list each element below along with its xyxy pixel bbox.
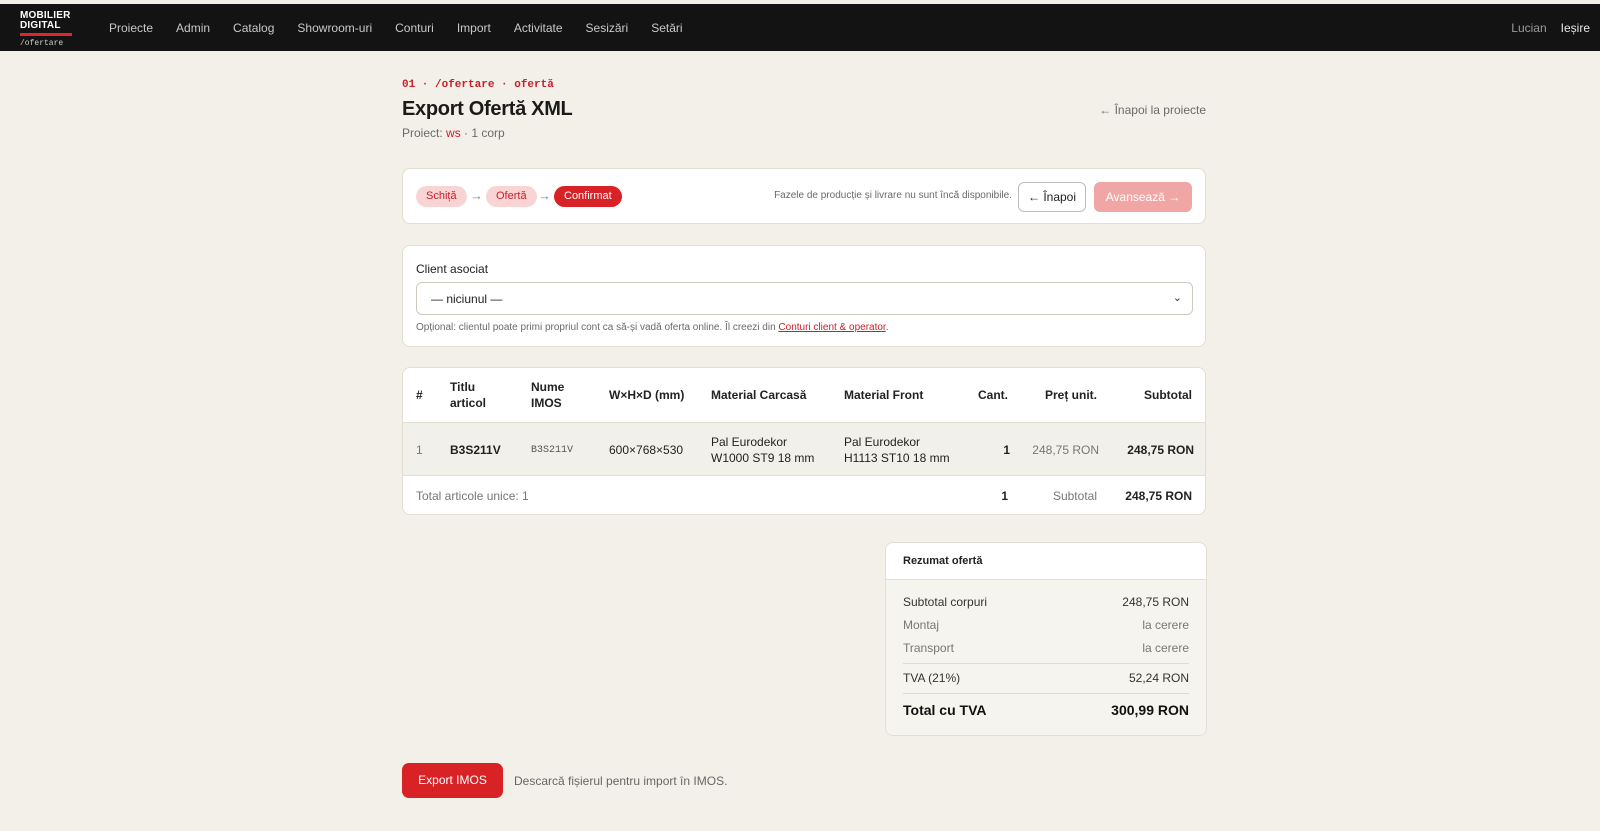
col-header-qty: Cant.	[978, 388, 1008, 402]
row-unit-price: 248,75 RON	[1032, 443, 1099, 457]
project-label: Proiect:	[402, 126, 443, 140]
project-line: Proiect: ws · 1 corp	[402, 126, 505, 140]
row-carcass-l1: Pal Eurodekor	[711, 435, 788, 449]
advance-button[interactable]: Avansează →	[1094, 182, 1192, 212]
export-note: Descarcă fișierul pentru import în IMOS.	[514, 774, 728, 788]
row-carcass: Pal Eurodekor W1000 ST9 18 mm	[711, 434, 814, 466]
summary-total-label: Total cu TVA	[903, 702, 987, 718]
nav-item-conturi[interactable]: Conturi	[395, 21, 434, 35]
col-header-title-l2: articol	[450, 396, 487, 410]
row-title: B3S211V	[450, 443, 501, 457]
project-name: ws	[446, 126, 461, 140]
col-header-dims: W×H×D (mm)	[609, 388, 685, 402]
export-imos-button[interactable]: Export IMOS	[402, 763, 503, 798]
col-header-imos-l2: IMOS	[531, 396, 562, 410]
nav-item-proiecte[interactable]: Proiecte	[109, 21, 153, 35]
footer-subtotal-value: 248,75 RON	[1125, 489, 1192, 503]
nav-item-showroom[interactable]: Showroom-uri	[297, 21, 372, 35]
summary-subtotal: Subtotal corpuri 248,75 RON	[903, 595, 1189, 609]
summary-header: Rezumat ofertă	[886, 543, 1206, 580]
row-front: Pal Eurodekor H1113 ST10 18 mm	[844, 434, 950, 466]
step-arrow-icon: →	[538, 188, 551, 203]
back-button[interactable]: ← Înapoi	[1018, 182, 1086, 212]
col-header-title-l1: Titlu	[450, 380, 476, 394]
summary-total-value: 300,99 RON	[1111, 702, 1189, 718]
summary-body: Subtotal corpuri 248,75 RON Montaj la ce…	[886, 580, 1206, 735]
client-select-value: — niciunul —	[431, 292, 503, 306]
client-note: Opțional: clientul poate primi propriul …	[416, 322, 888, 333]
summary-vat-label: TVA (21%)	[903, 671, 961, 685]
nav-item-setari[interactable]: Setări	[651, 21, 682, 35]
col-header-subtotal: Subtotal	[1144, 388, 1192, 402]
summary-divider	[903, 693, 1189, 694]
offer-summary: Rezumat ofertă Subtotal corpuri 248,75 R…	[885, 542, 1207, 736]
main-nav: Proiecte Admin Catalog Showroom-uri Cont…	[109, 4, 706, 51]
row-carcass-l2: W1000 ST9 18 mm	[711, 451, 815, 465]
client-select[interactable]: — niciunul — ⌄	[416, 282, 1193, 315]
step-confirmat: Confirmat	[554, 186, 622, 207]
summary-montaj-label: Montaj	[903, 618, 940, 632]
row-front-l1: Pal Eurodekor	[844, 435, 921, 449]
logo-underline	[20, 33, 72, 36]
project-suffix: · 1 corp	[464, 126, 505, 140]
nav-item-activitate[interactable]: Activitate	[514, 21, 563, 35]
row-num: 1	[416, 443, 423, 457]
col-header-front: Material Front	[844, 388, 924, 402]
status-card: Schiță → Ofertă → Confirmat Fazele de pr…	[402, 168, 1206, 224]
page-title: Export Ofertă XML	[402, 98, 573, 120]
row-subtotal: 248,75 RON	[1127, 443, 1194, 457]
summary-transport: Transport la cerere	[903, 641, 1189, 655]
col-header-imos-l1: Nume	[531, 380, 565, 394]
table-row: 1 B3S211V B3S211V 600×768×530 Pal Eurode…	[403, 422, 1205, 476]
accounts-link[interactable]: Conturi client & operator	[778, 322, 885, 333]
row-front-l2: H1113 ST10 18 mm	[844, 451, 950, 465]
chevron-down-icon: ⌄	[1172, 292, 1182, 304]
client-card: Client asociat — niciunul — ⌄ Opțional: …	[402, 245, 1206, 347]
items-table: # Titlu articol Nume IMOS W×H×D (mm) Mat…	[402, 367, 1206, 515]
summary-divider	[903, 663, 1189, 664]
summary-vat-value: 52,24 RON	[1128, 671, 1189, 685]
nav-item-catalog[interactable]: Catalog	[233, 21, 274, 35]
col-header-title: Titlu articol	[450, 379, 486, 411]
footer-qty: 1	[1001, 489, 1008, 503]
row-qty: 1	[1003, 443, 1010, 457]
summary-subtotal-value: 248,75 RON	[1122, 595, 1189, 609]
breadcrumb: 01 · /ofertare · ofertă	[402, 79, 554, 91]
nav-item-import[interactable]: Import	[457, 21, 491, 35]
footer-subtotal-label: Subtotal	[1052, 489, 1097, 503]
client-label: Client asociat	[416, 262, 489, 276]
client-note-end: .	[885, 322, 889, 333]
summary-transport-label: Transport	[903, 641, 954, 655]
step-oferta: Ofertă	[486, 186, 537, 207]
col-header-num: #	[416, 388, 423, 402]
logo-line-2: DIGITAL	[20, 20, 61, 31]
back-to-projects-link[interactable]: ← Înapoi la proiecte	[1099, 103, 1206, 117]
step-arrow-icon: →	[470, 188, 483, 203]
user-name: Lucian	[1511, 20, 1547, 35]
logo-subtitle: /ofertare	[20, 39, 64, 48]
summary-total: Total cu TVA 300,99 RON	[903, 702, 1189, 718]
brand-logo[interactable]: MOBILIER DIGITAL /ofertare	[20, 11, 76, 48]
footer-count: Total articole unice: 1	[416, 489, 529, 503]
summary-transport-value: la cerere	[1142, 641, 1189, 655]
summary-vat: TVA (21%) 52,24 RON	[903, 671, 1189, 685]
summary-montaj-value: la cerere	[1142, 618, 1189, 632]
summary-montaj: Montaj la cerere	[903, 618, 1189, 632]
col-header-unit-price: Preț unit.	[1044, 388, 1097, 402]
client-note-text: Opțional: clientul poate primi propriul …	[416, 322, 779, 333]
summary-subtotal-label: Subtotal corpuri	[903, 595, 988, 609]
row-dims: 600×768×530	[609, 443, 684, 457]
user-area: Lucian Ieșire	[1511, 4, 1590, 51]
logout-link[interactable]: Ieșire	[1561, 21, 1590, 35]
status-note: Fazele de producție și livrare nu sunt î…	[774, 190, 1012, 201]
nav-item-sesizari[interactable]: Sesizări	[586, 21, 629, 35]
nav-item-admin[interactable]: Admin	[176, 21, 210, 35]
col-header-carcass: Material Carcasă	[711, 388, 807, 402]
top-navbar: MOBILIER DIGITAL /ofertare Proiecte Admi…	[0, 4, 1600, 51]
step-schita: Schiță	[416, 186, 467, 207]
summary-title: Rezumat ofertă	[903, 555, 983, 567]
col-header-imos: Nume IMOS	[531, 379, 564, 411]
row-imos: B3S211V	[531, 445, 574, 456]
